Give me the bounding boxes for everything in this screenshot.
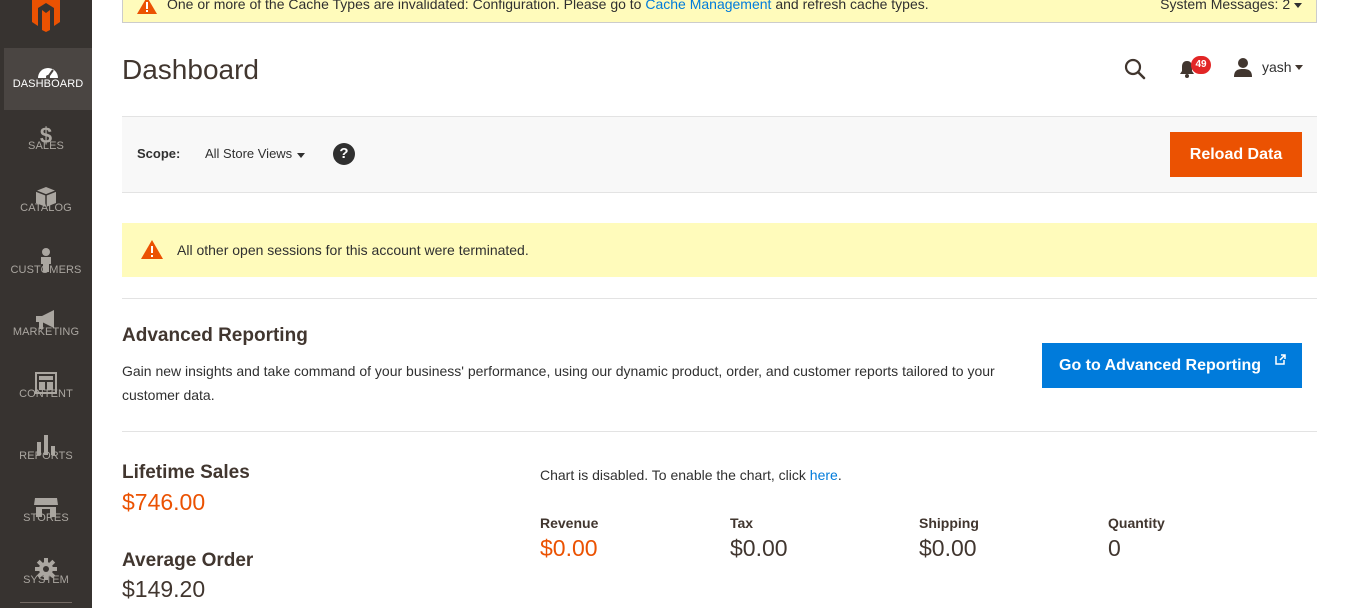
- advanced-reporting-description: Gain new insights and take command of yo…: [122, 363, 995, 403]
- lifetime-sales-value: $746.00: [122, 489, 206, 515]
- megaphone-icon: [0, 296, 92, 329]
- chart-note-suffix: .: [837, 467, 842, 483]
- enable-chart-link[interactable]: here: [810, 467, 838, 483]
- page-title: Dashboard: [122, 54, 259, 85]
- message-text: All other open sessions for this account…: [177, 242, 529, 258]
- section-divider: [122, 298, 1317, 299]
- scope-dropdown[interactable]: All Store Views: [205, 146, 292, 161]
- warning-icon: [137, 0, 157, 17]
- sidebar-item-dashboard[interactable]: DASHBOARD: [4, 48, 92, 110]
- help-icon[interactable]: ?: [333, 143, 355, 165]
- external-link-icon: [1275, 352, 1286, 370]
- user-account-menu[interactable]: yash: [1262, 59, 1292, 75]
- revenue-metric: Revenue $0.00: [540, 515, 598, 562]
- notification-count-badge[interactable]: 49: [1191, 56, 1211, 74]
- average-order-value: $149.20: [122, 576, 206, 602]
- session-terminated-message: All other open sessions for this account…: [122, 223, 1317, 277]
- dashboard-icon: [4, 48, 92, 79]
- sidebar-item-label: CUSTOMERS: [10, 264, 82, 276]
- bar-chart-icon: [0, 420, 92, 455]
- system-messages-count-label: System Messages: 2: [1160, 0, 1291, 12]
- sidebar-item-label: DASHBOARD: [12, 78, 84, 90]
- quantity-label: Quantity: [1108, 515, 1165, 531]
- sidebar-item-sales[interactable]: $ SALES: [0, 110, 92, 172]
- chevron-down-icon: [1294, 3, 1302, 8]
- sidebar-item-label: CONTENT: [19, 388, 73, 400]
- section-divider: [122, 431, 1317, 432]
- admin-sidebar: DASHBOARD $ SALES CATALOG CUSTOMERS MARK…: [0, 0, 92, 608]
- sidebar-item-label: STORES: [23, 512, 69, 524]
- tax-label: Tax: [730, 515, 754, 531]
- box-icon: [0, 172, 92, 207]
- person-icon: [0, 234, 92, 272]
- sidebar-item-label: SALES: [28, 140, 64, 152]
- revenue-value: $0.00: [540, 535, 598, 561]
- chart-note-text: Chart is disabled. To enable the chart, …: [540, 467, 806, 483]
- quantity-value: 0: [1108, 535, 1121, 561]
- sidebar-item-content[interactable]: CONTENT: [0, 358, 92, 420]
- sidebar-divider: [20, 602, 72, 603]
- sidebar-item-customers[interactable]: CUSTOMERS: [0, 234, 92, 296]
- sidebar-item-label: SYSTEM: [23, 574, 69, 586]
- warning-icon: [141, 240, 163, 264]
- system-message-text-part: and refresh cache types.: [775, 0, 929, 12]
- system-messages-count[interactable]: System Messages: 2: [1160, 0, 1302, 12]
- sidebar-item-label: CATALOG: [20, 202, 72, 214]
- sidebar-item-system[interactable]: SYSTEM: [0, 544, 92, 606]
- chevron-down-icon[interactable]: [1295, 65, 1303, 70]
- go-to-advanced-reporting-button[interactable]: Go to Advanced Reporting: [1042, 343, 1302, 388]
- tax-value: $0.00: [730, 535, 788, 561]
- chart-disabled-note: Chart is disabled. To enable the chart, …: [540, 467, 842, 483]
- advanced-reporting-title: Advanced Reporting: [122, 325, 308, 346]
- system-message-text-part: One or more of the Cache Types are inval…: [167, 0, 642, 12]
- shipping-label: Shipping: [919, 515, 979, 531]
- gear-icon: [0, 544, 92, 580]
- layout-icon: [0, 358, 92, 394]
- quantity-metric: Quantity 0: [1108, 515, 1165, 562]
- scope-label: Scope:: [137, 146, 181, 161]
- sidebar-item-reports[interactable]: REPORTS: [0, 420, 92, 482]
- dollar-icon: $: [0, 110, 92, 148]
- magento-logo-icon[interactable]: [28, 0, 64, 32]
- cache-management-link[interactable]: Cache Management: [645, 0, 771, 12]
- shipping-metric: Shipping $0.00: [919, 515, 979, 562]
- system-message-text: One or more of the Cache Types are inval…: [167, 0, 929, 12]
- sidebar-item-label: REPORTS: [19, 450, 73, 462]
- lifetime-sales-label: Lifetime Sales: [122, 462, 250, 483]
- reload-data-button[interactable]: Reload Data: [1170, 132, 1302, 177]
- search-icon[interactable]: [1124, 58, 1146, 85]
- revenue-label: Revenue: [540, 515, 599, 531]
- tax-metric: Tax $0.00: [730, 515, 788, 562]
- sidebar-item-marketing[interactable]: MARKETING: [0, 296, 92, 358]
- sidebar-item-catalog[interactable]: CATALOG: [0, 172, 92, 234]
- average-order-label: Average Order: [122, 550, 254, 571]
- system-message-bar: One or more of the Cache Types are inval…: [122, 0, 1317, 23]
- sidebar-item-label: MARKETING: [12, 326, 80, 338]
- shipping-value: $0.00: [919, 535, 977, 561]
- user-avatar-icon[interactable]: [1233, 57, 1253, 82]
- storefront-icon: [0, 482, 92, 517]
- scope-switcher-bar: Scope: All Store Views ? Reload Data: [122, 116, 1317, 193]
- sidebar-item-stores[interactable]: STORES: [0, 482, 92, 544]
- chevron-down-icon[interactable]: [297, 153, 305, 158]
